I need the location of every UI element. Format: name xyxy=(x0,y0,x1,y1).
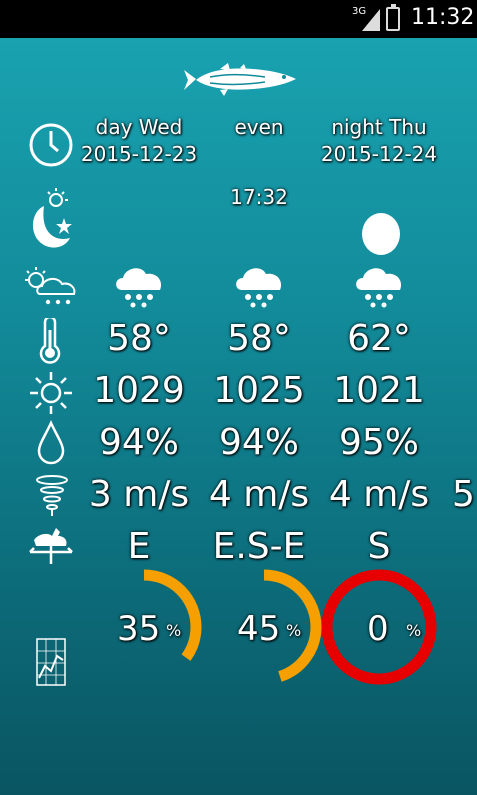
period-day-label: day Wed xyxy=(95,115,183,139)
fish-logo xyxy=(180,62,298,100)
battery-icon xyxy=(386,4,400,31)
moon-sun-icon xyxy=(22,186,78,252)
wind-speed-overflow: 5 xyxy=(452,474,475,515)
rain-cloud-icon xyxy=(234,262,284,308)
weather-icon xyxy=(22,264,80,308)
wind-direction-value: S xyxy=(367,526,391,567)
rain-cloud-icon xyxy=(114,262,164,308)
period-night-date: 2015-12-24 xyxy=(320,142,438,166)
wind-tornado-icon xyxy=(34,474,70,518)
status-bar: 3G 11:32 xyxy=(0,0,477,38)
wind-direction-value: E xyxy=(127,526,151,567)
probability-unit: % xyxy=(166,621,182,640)
temperature-value: 62° xyxy=(347,318,411,359)
pressure-value: 1029 xyxy=(93,370,185,411)
period-day-date: 2015-12-23 xyxy=(80,142,198,166)
full-moon-icon xyxy=(360,212,402,256)
status-clock: 11:32 xyxy=(411,5,475,30)
wind-speed-value: 4 m/s xyxy=(208,474,310,515)
pressure-value: 1021 xyxy=(333,370,425,411)
signal-icon xyxy=(362,9,380,31)
probability-value: 45 xyxy=(237,609,281,649)
wind-speed-value: 3 m/s xyxy=(88,474,190,515)
moonrise-time: 17:32 xyxy=(230,185,288,209)
wind-direction-value: E.S-E xyxy=(212,526,306,567)
probability-value: 35 xyxy=(117,609,161,649)
probability-unit: % xyxy=(286,621,302,640)
pressure-value: 1025 xyxy=(213,370,305,411)
period-night-label: night Thu xyxy=(331,115,427,139)
period-even-label: even xyxy=(234,115,284,139)
humidity-drop-icon xyxy=(36,420,66,466)
humidity-value: 94% xyxy=(218,422,299,463)
humidity-value: 94% xyxy=(98,422,179,463)
temperature-value: 58° xyxy=(227,318,291,359)
temperature-value: 58° xyxy=(107,318,171,359)
clock-icon xyxy=(28,122,74,168)
sun-pressure-icon xyxy=(28,370,74,416)
thermometer-icon xyxy=(34,318,66,364)
probability-value: 0 xyxy=(367,609,389,649)
rain-cloud-icon xyxy=(354,262,404,308)
chart-icon[interactable] xyxy=(36,638,66,686)
wind-speed-value: 4 m/s xyxy=(328,474,430,515)
humidity-value: 95% xyxy=(338,422,419,463)
probability-unit: % xyxy=(406,621,422,640)
